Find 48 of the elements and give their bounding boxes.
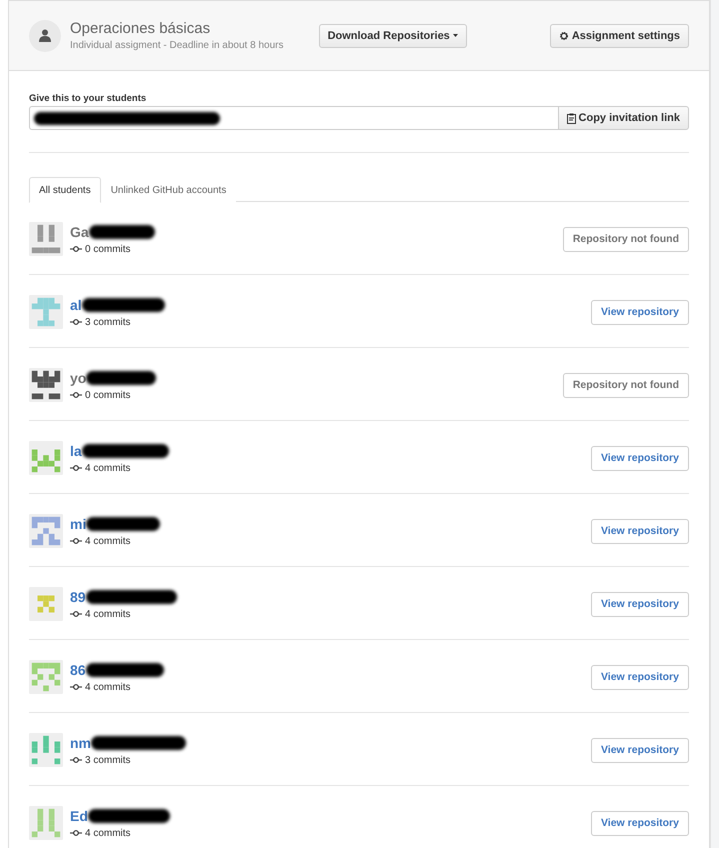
view-repository-button[interactable]: View repository xyxy=(590,300,689,324)
commit-count: 4 commits xyxy=(85,828,131,838)
gear-icon xyxy=(558,30,569,40)
repository-not-found-button[interactable]: Repository not found xyxy=(562,226,689,252)
commit-icon xyxy=(70,246,82,252)
view-repository-button[interactable]: View repository xyxy=(590,518,689,544)
commit-icon xyxy=(70,465,82,471)
student-name: yo xyxy=(70,370,86,386)
view-repository-button[interactable]: View repository xyxy=(590,738,689,762)
assignment-settings-button[interactable]: Assignment settings xyxy=(550,24,689,48)
student-name[interactable]: al xyxy=(70,296,82,312)
commit-count: 3 commits xyxy=(85,754,131,766)
commit-icon xyxy=(70,830,82,836)
tab[interactable]: All students xyxy=(29,177,101,203)
copy-invitation-link-button[interactable]: Copy invitation link xyxy=(558,106,689,130)
student-name[interactable]: 89 xyxy=(70,588,86,604)
invitation-link-field[interactable] xyxy=(29,106,558,130)
assignment-subtitle: Individual assigment - Deadline in about 8 hours xyxy=(70,40,284,51)
commit-count: 0 commits xyxy=(85,244,131,254)
commit-icon xyxy=(70,757,82,763)
commit-count: 4 commits xyxy=(85,536,131,546)
invitation-label: Give this to your students xyxy=(29,93,148,104)
view-repository-button[interactable]: View repository xyxy=(590,664,689,690)
view-repository-button[interactable]: View repository xyxy=(590,592,689,616)
commit-icon xyxy=(70,319,82,325)
repository-not-found-button[interactable]: Repository not found xyxy=(562,372,689,398)
commit-icon xyxy=(70,538,82,544)
commit-icon xyxy=(70,684,82,690)
commit-count: 0 commits xyxy=(85,390,131,400)
view-repository-button[interactable]: View repository xyxy=(590,810,689,836)
student-name[interactable]: nm xyxy=(70,734,91,750)
student-name[interactable]: Ed xyxy=(70,808,88,824)
commit-count: 4 commits xyxy=(85,682,131,692)
caret-icon xyxy=(452,34,458,37)
student-name: Ga xyxy=(70,224,89,240)
student-name[interactable]: la xyxy=(70,442,82,458)
person-icon xyxy=(39,29,51,42)
assignment-title: Operaciones básicas xyxy=(70,20,212,37)
clipboard-icon xyxy=(566,112,576,124)
commit-count: 3 commits xyxy=(85,316,131,328)
commit-icon xyxy=(70,392,82,398)
student-name[interactable]: mi xyxy=(70,516,86,532)
download-repositories-button[interactable]: Download Repositories xyxy=(318,24,467,48)
commit-count: 4 commits xyxy=(85,462,131,474)
view-repository-button[interactable]: View repository xyxy=(590,446,689,470)
commit-count: 4 commits xyxy=(85,608,131,620)
commit-icon xyxy=(70,611,82,617)
student-name[interactable]: 86 xyxy=(70,662,86,678)
